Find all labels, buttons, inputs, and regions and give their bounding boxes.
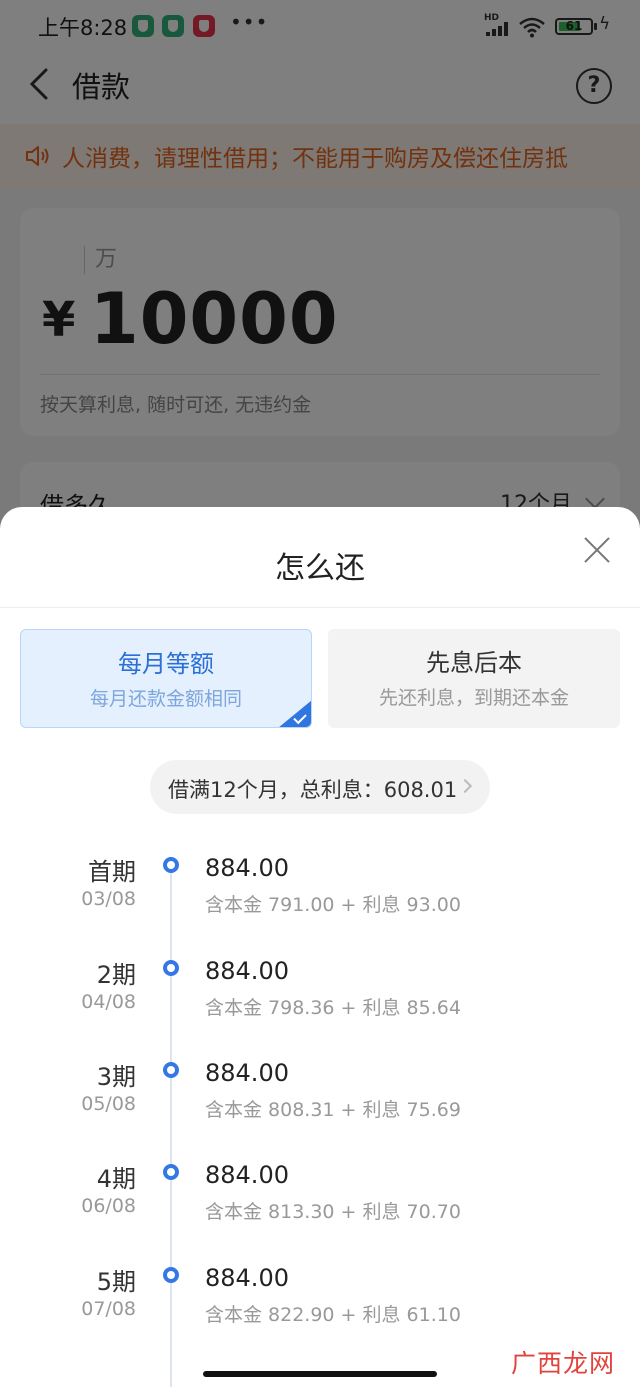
period-date: 03/08 <box>81 888 136 910</box>
period-detail: 含本金 798.36 + 利息 85.64 <box>205 997 461 1019</box>
period-label: 4期 <box>96 1165 136 1193</box>
timeline-dot-icon <box>163 857 179 873</box>
option-title: 先息后本 <box>426 649 522 677</box>
timeline-dot-icon <box>163 1164 179 1180</box>
option-equal-monthly[interactable]: 每月等额 每月还款金额相同 <box>20 629 312 728</box>
period-detail: 含本金 813.30 + 利息 70.70 <box>205 1201 461 1223</box>
period-amount: 884.00 <box>205 957 289 985</box>
period-amount: 884.00 <box>205 854 289 882</box>
chevron-right-icon <box>457 778 473 794</box>
close-icon[interactable] <box>578 531 616 569</box>
period-date: 07/08 <box>81 1298 136 1320</box>
timeline-dot-icon <box>163 1062 179 1078</box>
selected-corner <box>278 700 311 727</box>
summary-text: 借满12个月，总利息：608.01 <box>168 778 458 802</box>
period-date: 05/08 <box>81 1093 136 1115</box>
period-date: 04/08 <box>81 991 136 1013</box>
schedule-item: 2期 04/08 884.00 含本金 798.36 + 利息 85.64 <box>0 955 640 1055</box>
period-date: 06/08 <box>81 1195 136 1217</box>
option-subtitle: 每月还款金额相同 <box>89 688 242 710</box>
timeline-dot-icon <box>163 960 179 976</box>
period-label: 3期 <box>96 1063 136 1091</box>
period-detail: 含本金 822.90 + 利息 61.10 <box>205 1304 461 1326</box>
period-amount: 884.00 <box>205 1161 289 1189</box>
watermark: 广西龙网 <box>511 1349 616 1378</box>
schedule-item: 3期 05/08 884.00 含本金 808.31 + 利息 75.69 <box>0 1057 640 1157</box>
period-label: 首期 <box>88 858 136 886</box>
home-indicator[interactable] <box>203 1371 437 1377</box>
option-subtitle: 先还利息，到期还本金 <box>378 687 569 709</box>
repayment-sheet: 怎么还 每月等额 每月还款金额相同 先息后本 先还利息，到期还本金 借满12个月… <box>0 507 640 1387</box>
sheet-divider <box>0 607 640 608</box>
period-label: 5期 <box>96 1268 136 1296</box>
interest-summary-pill[interactable]: 借满12个月，总利息：608.01 <box>150 760 490 814</box>
timeline-dot-icon <box>163 1267 179 1283</box>
period-detail: 含本金 808.31 + 利息 75.69 <box>205 1099 461 1121</box>
sheet-title: 怎么还 <box>275 551 365 586</box>
option-interest-first[interactable]: 先息后本 先还利息，到期还本金 <box>328 629 620 728</box>
period-amount: 884.00 <box>205 1264 289 1292</box>
period-detail: 含本金 791.00 + 利息 93.00 <box>205 894 461 916</box>
schedule-item: 首期 03/08 884.00 含本金 791.00 + 利息 93.00 <box>0 852 640 952</box>
period-amount: 884.00 <box>205 1059 289 1087</box>
schedule-item: 4期 06/08 884.00 含本金 813.30 + 利息 70.70 <box>0 1159 640 1259</box>
period-label: 2期 <box>96 961 136 989</box>
option-title: 每月等额 <box>118 650 214 678</box>
